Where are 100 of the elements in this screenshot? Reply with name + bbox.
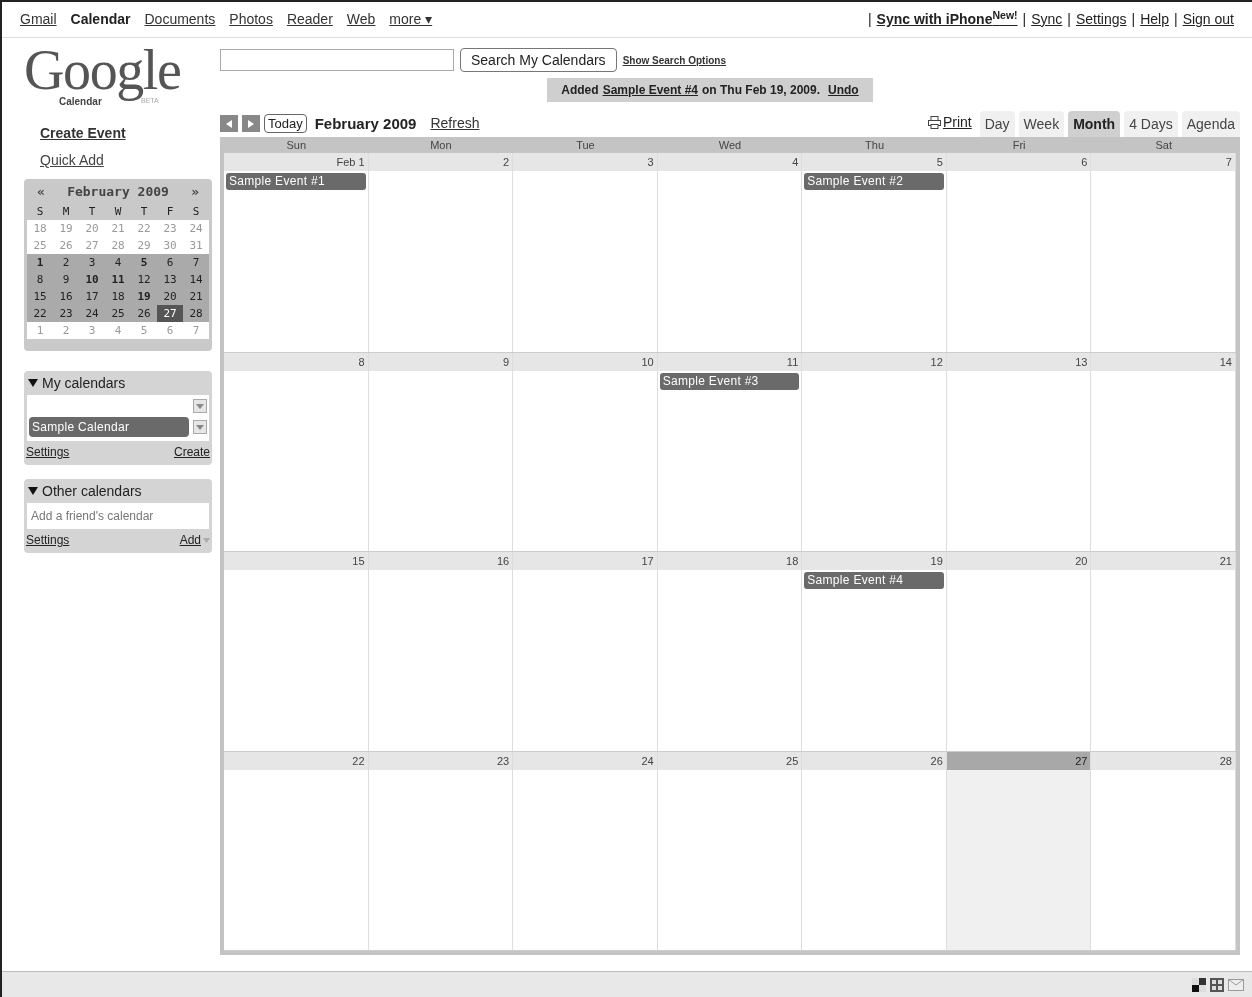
mini-calendar-day[interactable]: 9 xyxy=(53,271,79,288)
mini-calendar-day[interactable]: 20 xyxy=(157,288,183,305)
calendar-item[interactable]: Sample Calendar xyxy=(29,417,189,437)
refresh-link[interactable]: Refresh xyxy=(430,113,480,135)
mini-calendar-day[interactable]: 5 xyxy=(131,254,157,271)
view-tab[interactable]: Day xyxy=(979,111,1015,137)
view-tab[interactable]: Agenda xyxy=(1181,111,1240,137)
day-cell[interactable]: 16 xyxy=(368,552,514,751)
mini-calendar-day[interactable]: 16 xyxy=(53,288,79,305)
mini-calendar-day[interactable]: 13 xyxy=(157,271,183,288)
app-link[interactable]: Gmail xyxy=(20,9,57,30)
event-link[interactable]: Sample Event #4 xyxy=(602,81,698,99)
mini-calendar-day[interactable]: 19 xyxy=(131,288,157,305)
mini-calendar-day[interactable]: 2 xyxy=(53,254,79,271)
mini-calendar-day[interactable]: 21 xyxy=(183,288,209,305)
mini-calendar-day[interactable]: 28 xyxy=(183,305,209,322)
event-chip[interactable]: Sample Event #4 xyxy=(804,572,944,589)
app-link[interactable]: Photos xyxy=(229,9,273,30)
mini-calendar-day[interactable]: 4 xyxy=(105,254,131,271)
mini-calendar-day[interactable]: 8 xyxy=(27,271,53,288)
dropdown-icon[interactable] xyxy=(193,420,207,434)
settings-link[interactable]: Settings xyxy=(26,531,70,549)
mini-calendar-day[interactable]: 27 xyxy=(157,305,183,322)
add-link[interactable]: Add xyxy=(179,531,201,549)
header-link[interactable]: Help xyxy=(1140,9,1169,30)
day-cell[interactable]: 15 xyxy=(224,552,369,751)
mini-calendar-day[interactable]: 12 xyxy=(131,271,157,288)
app-link[interactable]: Reader xyxy=(286,9,333,30)
previous-button[interactable] xyxy=(220,115,238,133)
app-link[interactable]: more ▾ xyxy=(389,9,433,30)
day-cell[interactable]: 6 xyxy=(946,153,1092,352)
expand-triangle-icon[interactable] xyxy=(28,487,38,495)
event-chip[interactable]: Sample Event #2 xyxy=(804,173,944,190)
grid-icon[interactable] xyxy=(1210,977,1224,992)
printer-icon[interactable] xyxy=(927,116,941,129)
day-cell[interactable]: 8 xyxy=(224,352,369,551)
show-search-options-link[interactable]: Show Search Options xyxy=(622,52,726,68)
day-cell[interactable]: 9 xyxy=(368,352,514,551)
mini-calendar-day[interactable]: 3 xyxy=(79,254,105,271)
mini-calendar-day[interactable]: 25 xyxy=(105,305,131,322)
mini-calendar-day[interactable]: 17 xyxy=(79,288,105,305)
create-event-link[interactable]: Create Event xyxy=(40,123,126,144)
mini-calendar-day[interactable]: 18 xyxy=(105,288,131,305)
day-cell[interactable]: 27 xyxy=(946,751,1092,950)
panel-title[interactable]: Other calendars xyxy=(42,480,142,502)
day-cell[interactable]: 24 xyxy=(513,751,658,950)
dropdown-icon[interactable] xyxy=(193,399,207,413)
header-link[interactable]: Sync with iPhone$^{New!}$ xyxy=(876,9,1018,30)
layout-icon[interactable] xyxy=(1192,977,1206,992)
header-link[interactable]: Sign out xyxy=(1182,9,1234,30)
view-tab[interactable]: 4 Days xyxy=(1124,111,1178,137)
day-cell[interactable]: 22 xyxy=(224,751,369,950)
mini-calendar-day[interactable]: 26 xyxy=(131,305,157,322)
mini-calendar-day[interactable]: 1 xyxy=(27,254,53,271)
mini-calendar-day[interactable]: 15 xyxy=(27,288,53,305)
undo-link[interactable]: Undo xyxy=(828,81,859,99)
day-cell[interactable]: 28 xyxy=(1091,751,1236,950)
settings-link[interactable]: Settings xyxy=(26,443,70,461)
view-tab[interactable]: Month xyxy=(1068,111,1121,137)
mini-calendar-day[interactable]: 22 xyxy=(27,305,53,322)
day-cell[interactable]: 5 Sample Event #2 xyxy=(802,153,947,352)
day-cell[interactable]: 14 xyxy=(1091,352,1236,551)
mini-calendar-day[interactable]: 14 xyxy=(183,271,209,288)
quick-add-link[interactable]: Quick Add xyxy=(40,150,104,171)
day-cell[interactable]: 20 xyxy=(946,552,1092,751)
print-link[interactable]: Print xyxy=(942,112,972,133)
day-cell[interactable]: 4 xyxy=(657,153,803,352)
event-chip[interactable]: Sample Event #1 xyxy=(226,173,366,190)
next-button[interactable] xyxy=(242,115,260,133)
mini-calendar-day[interactable]: 6 xyxy=(157,254,183,271)
day-cell[interactable]: 12 xyxy=(802,352,947,551)
day-cell[interactable]: 25 xyxy=(657,751,803,950)
previous-month-button[interactable]: « xyxy=(37,182,45,202)
next-month-button[interactable]: » xyxy=(191,182,199,202)
header-link[interactable]: Sync xyxy=(1031,9,1063,30)
day-cell[interactable]: 11 Sample Event #3 xyxy=(657,352,803,551)
day-cell[interactable]: 23 xyxy=(368,751,514,950)
create-link[interactable]: Create xyxy=(173,443,210,461)
search-button[interactable]: Search My Calendars xyxy=(460,48,617,72)
view-tab[interactable]: Week xyxy=(1018,111,1065,137)
day-cell[interactable]: 18 xyxy=(657,552,803,751)
day-cell[interactable]: 21 xyxy=(1091,552,1236,751)
app-link[interactable]: Calendar xyxy=(70,9,131,30)
app-link[interactable]: Documents xyxy=(144,9,216,30)
mini-calendar-day[interactable]: 11 xyxy=(105,271,131,288)
header-link[interactable]: Settings xyxy=(1075,9,1127,30)
day-cell[interactable]: 17 xyxy=(513,552,658,751)
add-friend-calendar-field[interactable]: Add a friend's calendar xyxy=(27,503,209,529)
mini-calendar-day[interactable]: 7 xyxy=(183,254,209,271)
search-field[interactable] xyxy=(220,49,454,71)
day-cell[interactable]: 13 xyxy=(946,352,1092,551)
panel-title[interactable]: My calendars xyxy=(42,372,126,394)
mini-calendar-day[interactable]: 23 xyxy=(53,305,79,322)
expand-triangle-icon[interactable] xyxy=(28,379,38,387)
mini-calendar-day[interactable]: 10 xyxy=(79,271,105,288)
mini-calendar-day[interactable]: 24 xyxy=(79,305,105,322)
day-cell[interactable]: 7 xyxy=(1091,153,1236,352)
day-cell[interactable]: Feb 1 Sample Event #1 xyxy=(224,153,369,352)
event-chip[interactable]: Sample Event #3 xyxy=(659,372,800,390)
day-cell[interactable]: 26 xyxy=(802,751,947,950)
